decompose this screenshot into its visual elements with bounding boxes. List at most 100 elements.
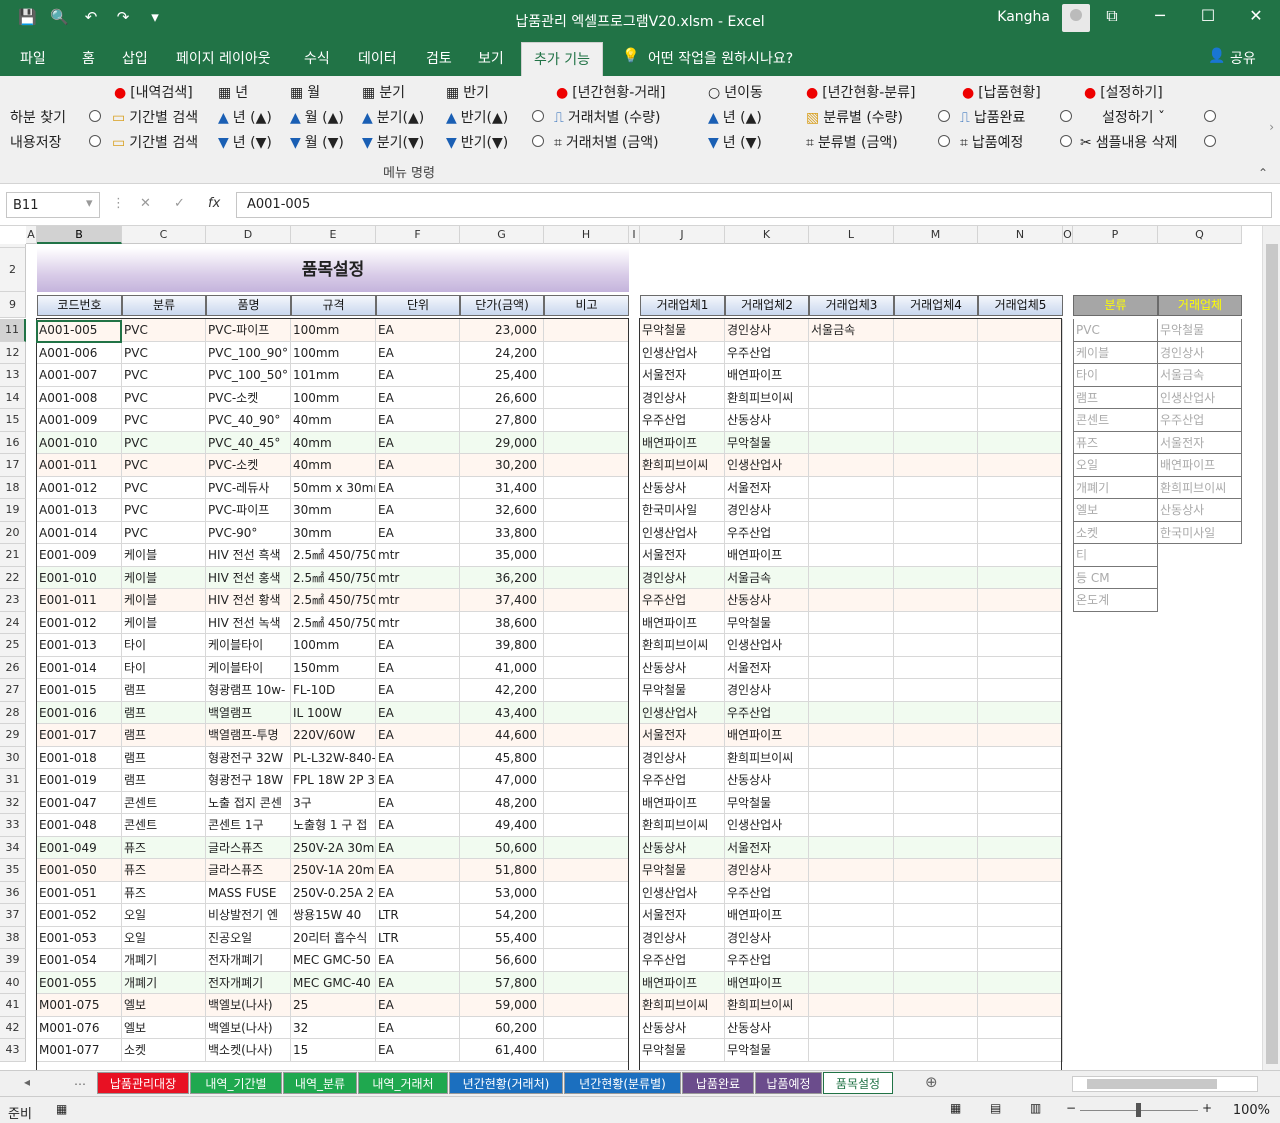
side-category[interactable]: 램프 (1073, 386, 1158, 409)
cell-K38[interactable]: 경인상사 (725, 926, 809, 949)
cell-N21[interactable] (978, 544, 1063, 567)
cell-K28[interactable]: 우주산업 (725, 701, 809, 724)
ribbon-display-options-icon[interactable]: ⧉ (1100, 6, 1124, 26)
tab-formulas[interactable]: 수식 (304, 48, 330, 68)
minimize-button[interactable]: ─ (1148, 6, 1172, 25)
cell-B41[interactable]: M001-075 (37, 994, 122, 1017)
cell-H18[interactable] (544, 476, 629, 499)
cell-B33[interactable]: E001-048 (37, 814, 122, 837)
side-vendor[interactable]: 우주산업 (1158, 409, 1242, 432)
cell-D12[interactable]: PVC_100_90° (206, 341, 291, 364)
cell-C15[interactable]: PVC (122, 409, 206, 432)
cell-N43[interactable] (978, 1039, 1063, 1062)
page-break-icon[interactable]: ▥ (1030, 1101, 1041, 1115)
cell-F35[interactable]: EA (376, 859, 460, 882)
cell-H23[interactable] (544, 589, 629, 612)
cell-E30[interactable]: PL-L32W-840-4 (291, 746, 376, 769)
sheet-tab[interactable]: 납품예정 (755, 1072, 822, 1094)
cell-N17[interactable] (978, 454, 1063, 477)
col-header-A[interactable]: A (26, 226, 37, 244)
cell-C21[interactable]: 케이블 (122, 544, 206, 567)
cell-K31[interactable]: 산동상사 (725, 769, 809, 792)
cell-D35[interactable]: 글라스퓨즈 (206, 859, 291, 882)
cell-D16[interactable]: PVC_40_45° (206, 431, 291, 454)
ribbon-year-up[interactable]: ▲ 년 (▲) (218, 107, 272, 127)
cell-F43[interactable]: EA (376, 1039, 460, 1062)
ribbon-vendor-amount[interactable]: ⌗ 거래처별 (금액) (554, 132, 659, 152)
cell-N39[interactable] (978, 949, 1063, 972)
avatar[interactable] (1062, 4, 1090, 32)
cell-M33[interactable] (894, 814, 978, 837)
cell-G34[interactable]: 50,600 (460, 836, 544, 859)
cell-N27[interactable] (978, 679, 1063, 702)
cell-H42[interactable] (544, 1016, 629, 1039)
cell-F11[interactable]: EA (376, 319, 460, 342)
cell-E14[interactable]: 100mm (291, 386, 376, 409)
ribbon-year-down[interactable]: ▼ 년 (▼) (218, 132, 272, 152)
cell-J13[interactable]: 서울전자 (640, 364, 725, 387)
cell-F15[interactable]: EA (376, 409, 460, 432)
cell-C18[interactable]: PVC (122, 476, 206, 499)
row-header-33[interactable]: 33 (0, 814, 26, 837)
cell-E34[interactable]: 250V-2A 30mm (291, 836, 376, 859)
cell-M26[interactable] (894, 656, 978, 679)
cell-M29[interactable] (894, 724, 978, 747)
row-header-9[interactable]: 9 (0, 292, 26, 318)
cell-H19[interactable] (544, 499, 629, 522)
row-header-23[interactable]: 23 (0, 589, 26, 612)
side-category[interactable]: 오일 (1073, 454, 1158, 477)
side-vendor[interactable]: 환희피브이씨 (1158, 476, 1242, 499)
cancel-icon[interactable]: ✕ (140, 196, 151, 211)
page-layout-icon[interactable]: ▤ (990, 1101, 1001, 1115)
tab-home[interactable]: 홈 (82, 48, 95, 68)
cell-E42[interactable]: 32 (291, 1016, 376, 1039)
side-category[interactable]: 개폐기 (1073, 476, 1158, 499)
cell-C19[interactable]: PVC (122, 499, 206, 522)
cell-J28[interactable]: 인생산업사 (640, 701, 725, 724)
cell-F23[interactable]: mtr (376, 589, 460, 612)
cell-H12[interactable] (544, 341, 629, 364)
cell-M41[interactable] (894, 994, 978, 1017)
cell-K30[interactable]: 환희피브이씨 (725, 746, 809, 769)
cell-L26[interactable] (809, 656, 894, 679)
cell-C12[interactable]: PVC (122, 341, 206, 364)
cell-N32[interactable] (978, 791, 1063, 814)
cell-G19[interactable]: 32,600 (460, 499, 544, 522)
cell-L23[interactable] (809, 589, 894, 612)
ribbon-period-search-1[interactable]: ▭ 기간별 검색 (112, 107, 198, 127)
cell-N14[interactable] (978, 386, 1063, 409)
cell-C16[interactable]: PVC (122, 431, 206, 454)
cell-F34[interactable]: EA (376, 836, 460, 859)
ribbon-half-down[interactable]: ▼ 반기(▼) (446, 132, 508, 152)
cell-N36[interactable] (978, 881, 1063, 904)
row-header-24[interactable]: 24 (0, 611, 26, 634)
ribbon-half[interactable]: ▦ 반기 (446, 82, 489, 102)
cell-L16[interactable] (809, 431, 894, 454)
ribbon-year[interactable]: ▦ 년 (218, 82, 248, 102)
cell-C42[interactable]: 엘보 (122, 1016, 206, 1039)
row-header-18[interactable]: 18 (0, 476, 26, 499)
cell-L38[interactable] (809, 926, 894, 949)
tell-me-icon[interactable]: 💡 (622, 48, 639, 64)
cell-L21[interactable] (809, 544, 894, 567)
cell-D18[interactable]: PVC-레듀사 (206, 476, 291, 499)
cell-B25[interactable]: E001-013 (37, 634, 122, 657)
cell-L41[interactable] (809, 994, 894, 1017)
cell-F29[interactable]: EA (376, 724, 460, 747)
cell-G41[interactable]: 59,000 (460, 994, 544, 1017)
row-header-15[interactable]: 15 (0, 409, 26, 432)
cell-L40[interactable] (809, 971, 894, 994)
cell-M34[interactable] (894, 836, 978, 859)
cell-N24[interactable] (978, 611, 1063, 634)
macro-record-icon[interactable]: ▦ (56, 1102, 67, 1116)
cell-H43[interactable] (544, 1039, 629, 1062)
cell-G37[interactable]: 54,200 (460, 904, 544, 927)
cell-K26[interactable]: 서울전자 (725, 656, 809, 679)
ribbon-scroll-right-icon[interactable]: › (1269, 120, 1274, 134)
cell-D25[interactable]: 케이블타이 (206, 634, 291, 657)
row-header-28[interactable]: 28 (0, 701, 26, 724)
cell-D21[interactable]: HIV 전선 흑색 (206, 544, 291, 567)
ribbon-year-move-down[interactable]: ▼ 년 (▼) (708, 132, 762, 152)
col-header-O[interactable]: O (1063, 226, 1073, 244)
side-category[interactable]: 퓨즈 (1073, 431, 1158, 454)
